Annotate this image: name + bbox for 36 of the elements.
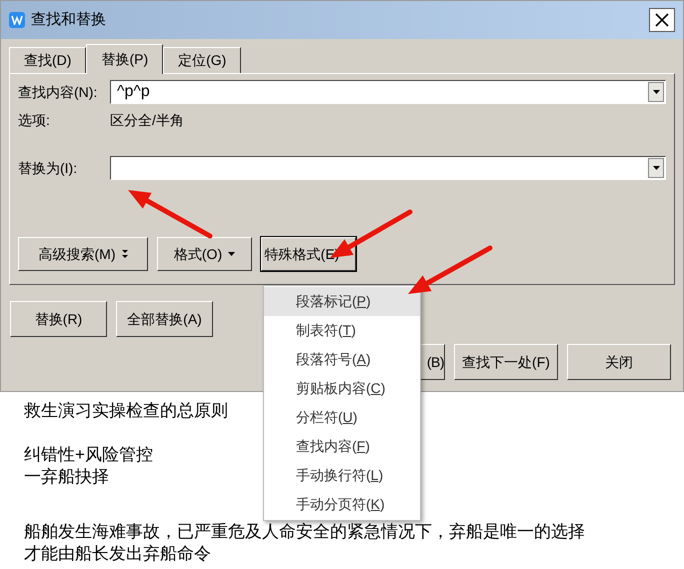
- document-line: 才能由船长发出弃船命令: [24, 543, 211, 565]
- tab[interactable]: 定位(G): [163, 47, 242, 73]
- dropdown-arrow-icon: [652, 166, 660, 170]
- menu-item[interactable]: 查找内容(F): [264, 432, 420, 461]
- menu-item[interactable]: 分栏符(U): [264, 403, 420, 432]
- dropdown-arrow-icon: [652, 90, 660, 94]
- menu-item[interactable]: 手动分页符(K): [264, 490, 420, 519]
- menu-item[interactable]: 段落标记(P): [264, 287, 420, 316]
- options-value: 区分全/半角: [110, 110, 184, 130]
- field-label: 替换为(I):: [18, 158, 78, 178]
- dialog-button[interactable]: 关闭: [567, 344, 671, 380]
- caret-icon: [228, 252, 236, 256]
- tab[interactable]: 替换(P): [86, 44, 164, 74]
- close-button[interactable]: [649, 8, 675, 32]
- dialog-button[interactable]: 查找下一处(F): [454, 344, 558, 380]
- combo-field[interactable]: ^p^p: [110, 80, 666, 104]
- caret-icon: [122, 250, 128, 258]
- document-line: 纠错性+风险管控: [24, 444, 153, 466]
- tab[interactable]: 查找(D): [9, 47, 86, 73]
- menu-item[interactable]: 手动换行符(L): [264, 461, 420, 490]
- dropdown-button[interactable]: 格式(O): [157, 237, 252, 271]
- app-logo-icon: [9, 12, 25, 28]
- options-label: 选项:: [18, 110, 51, 130]
- menu-item[interactable]: 制表符(T): [264, 316, 420, 345]
- menu-item[interactable]: 剪贴板内容(C): [264, 374, 420, 403]
- menu-item[interactable]: 段落符号(A): [264, 345, 420, 374]
- window-title: 查找和替换: [31, 10, 106, 30]
- dropdown-button[interactable]: 高级搜索(M): [18, 237, 148, 271]
- document-line: 一弃船抉择: [24, 466, 109, 488]
- close-icon: [655, 13, 669, 27]
- field-label: 查找内容(N):: [18, 82, 98, 102]
- combo-field[interactable]: [110, 156, 666, 180]
- document-line: 船舶发生海难事故，已严重危及人命安全的紧急情况下，弃船是唯一的选择: [24, 521, 585, 543]
- dialog-button[interactable]: 替换(R): [10, 301, 107, 337]
- dialog-button[interactable]: 全部替换(A): [116, 301, 213, 337]
- document-line: 救生演习实操检查的总原则: [24, 400, 228, 422]
